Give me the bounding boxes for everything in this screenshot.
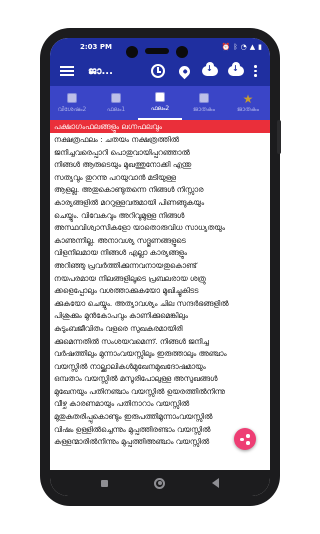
text-line: കുടുംബജീവിതം വളരെ സുഖകരമായിരി [54,323,183,333]
tab-label: വിശേഷം2 [57,105,87,113]
app-title: ജാ... [88,65,113,77]
tab-phalam2[interactable]: ഫലം2 [138,86,182,120]
text-line: ആളല്ല. അതുകൊണ്ടുതന്നെ നിങ്ങൾ നിസ്സാര [54,185,204,195]
earpiece-speaker [145,48,169,54]
phone-side-button [277,120,281,154]
bluetooth-icon: ᛒ [233,43,238,51]
tab-visesham2[interactable]: വിശേഷം2 [50,86,94,120]
tab-jathakam[interactable]: ജാതകം [182,86,226,120]
clock-button[interactable] [148,61,168,81]
front-camera [126,46,138,58]
text-line: കാണുന്നില്ല. അനാവശ്യ സദ്ഗുണങ്ങളുടെ [54,235,186,245]
tab-image-icon [111,92,121,103]
text-line: ക്കളെപ്പോലും വശത്താക്കുകയോ മുഖിച്ചുകിടട [54,286,199,296]
battery-icon: ▮ [258,43,262,51]
text-line: വർഷത്തിലും മുന്നാംവയസ്സിലും ഇരുത്താലും അ… [54,349,227,359]
front-camera-secondary [176,46,188,58]
recents-icon[interactable] [101,479,109,487]
signal-icon: ▲ [249,43,256,51]
tab-image-icon [155,91,165,102]
text-line: സത്യവും തുറന്നു പറയുവാൻ മടിയുള്ള [54,172,176,182]
text-line: മുഖേനയും പതിനഞ്ചാം വയസ്സിൽ ഉയരത്തിൽനിന്ന… [54,386,225,396]
back-icon[interactable] [211,478,219,488]
tab-label: ജാതകം [192,105,216,113]
app-bar: ജാ... [50,56,270,86]
text-line: നക്ഷത്രഫലം : ചതയം നക്ഷത്രത്തിൽ [54,135,179,144]
share-icon [240,434,250,445]
text-line: ജനിച്ചവരെപ്പാറി പൊതുവായിപ്പറഞ്ഞാൽ [54,147,190,157]
tab-label: ഫലം1 [106,105,126,113]
status-indicators: ⏰ ᛒ ◔ ▲ ▮ [222,43,262,51]
cloud-download-icon [202,62,218,76]
text-line: ക്കുകയോ ചെയ്യും. അത്യാവശ്യം ചില സന്ദർഭങ്… [54,298,229,308]
share-button[interactable] [234,428,256,450]
wifi-icon: ◔ [240,43,247,51]
text-line: കാര്യങ്ങളിൽ മററുള്ളവരുമായി പിണങ്ങുകയും [54,197,205,207]
tab-jathakam-star[interactable]: ★ ജാതകം [226,86,270,120]
section-heading: പക്ഷാഗംഫലങ്ങളും ലഗ്നഫലവും [50,120,270,133]
reading-content[interactable]: പക്ഷാഗംഫലങ്ങളും ലഗ്നഫലവും നക്ഷത്രഫലം : ച… [50,120,270,470]
cloud-download-icon [228,62,244,76]
alarm-icon: ⏰ [221,43,231,51]
text-line: ചെയ്യും. വിവേകവും അറിവുമുള്ള നിങ്ങൾ [54,210,185,220]
download-button-2[interactable] [226,61,246,81]
text-line: നിങ്ങൾ ആരുടെയും മുഖത്തുനോക്കി എന്തു [54,160,192,170]
prediction-text: നക്ഷത്രഫലം : ചതയം നക്ഷത്രത്തിൽ ജനിച്ചവരെ… [50,133,270,449]
tab-label: ജാതകം [236,105,260,113]
text-line: ഒമ്പതാം വയസ്സിൽ മസൂരിപോലുള്ള അസുഖങ്ങൾ [54,374,218,384]
text-line: പിശുക്കും മുൻകോപവും കാണിക്കുമെങ്കിലും [54,311,188,321]
text-line: മുതുകുതരിപ്പുകൊണ്ടും ഇരുപത്തിമൂന്നാംവയസ്… [54,412,213,422]
text-line: അറിഞ്ഞു പ്രവർത്തിക്കുന്നവനായതുകൊണ്ട് [54,260,197,270]
location-button[interactable] [174,61,194,81]
star-icon: ★ [242,91,254,106]
more-vert-icon[interactable] [254,65,257,77]
phone-screen: 2:03 PM ⏰ ᛒ ◔ ▲ ▮ ജാ... വിശേഷം2 ഫലം1 ഫലം… [50,38,270,496]
text-line: വിളനിലമായ നിങ്ങൾ എല്ലാ കാര്യങ്ങളും [54,248,187,258]
status-time: 2:03 PM [80,43,112,51]
system-nav-bar [50,470,270,496]
text-line: വീഴ്ച കാരണമായും പതിനാറാം വയസ്സിൽ [54,399,190,409]
tab-image-icon [199,92,209,103]
home-icon[interactable] [154,477,166,489]
tab-label: ഫലം2 [150,104,170,112]
text-line: വയസ്സിൽ നാല്ക്കാലികൾമുഖേനമുഖദോഷമായും [54,361,206,371]
clock-icon [151,64,165,78]
text-line: ക്കുമെന്നതിൽ സംശയവമെന്ന്. നിങ്ങൾ ജനിച്ച [54,336,209,346]
download-button-1[interactable] [200,61,220,81]
menu-icon[interactable] [60,66,74,76]
text-line: നയപരമായ നിലങ്ങളിലൂടെ പ്രബലരായ ശത്രു [54,273,206,283]
tab-image-icon [67,92,77,103]
tab-phalam1[interactable]: ഫലം1 [94,86,138,120]
location-icon [176,63,192,79]
text-line: അസ്ഥവിശ്വാസികളോ യാതൊരുവിധ സാധ്യതയും [54,223,225,233]
tab-bar: വിശേഷം2 ഫലം1 ഫലം2 ജാതകം ★ ജാതകം [50,86,270,120]
